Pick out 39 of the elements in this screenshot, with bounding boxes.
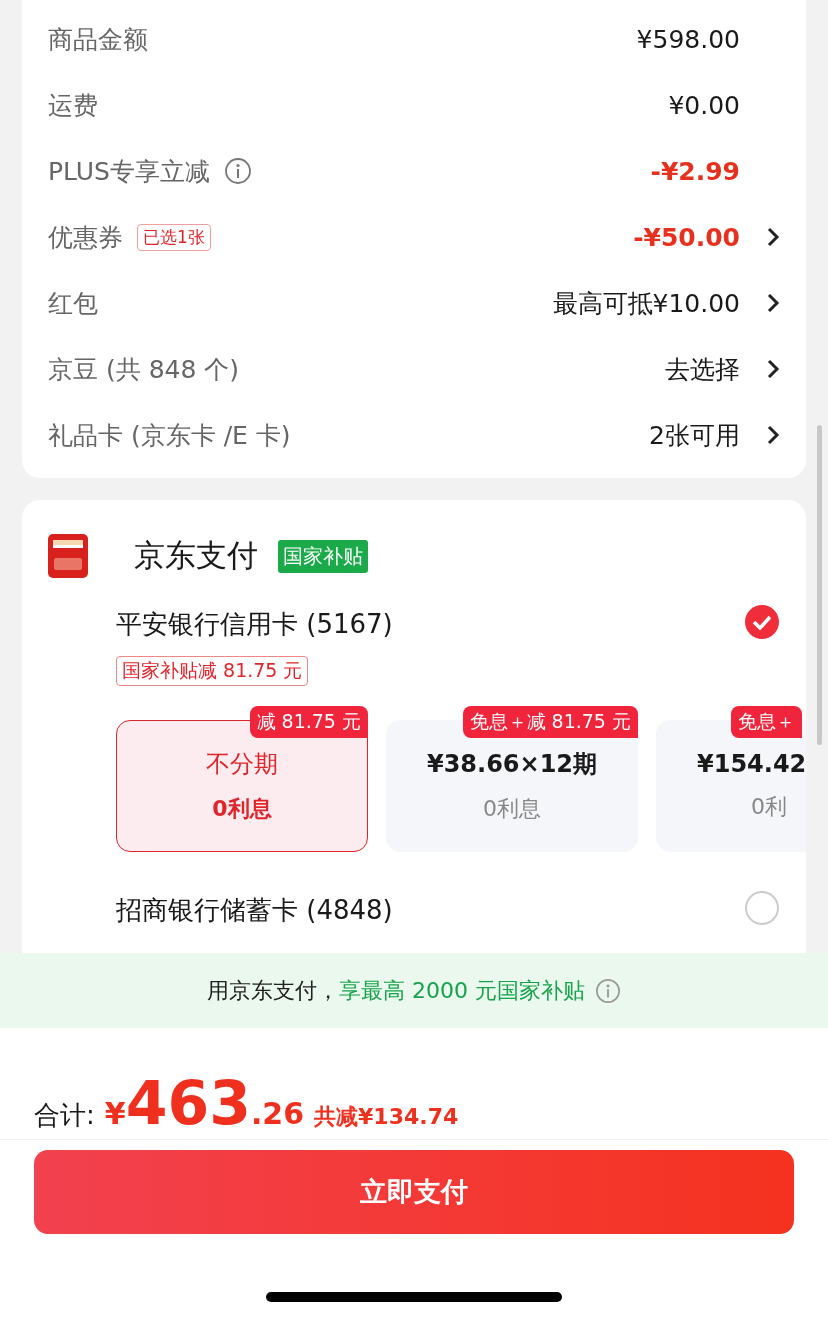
- bank-card-name[interactable]: 平安银行信用卡 (5167): [116, 606, 393, 642]
- summary-label: 商品金额: [48, 23, 148, 56]
- discount-tag: 免息＋: [731, 706, 802, 738]
- discount-tag: 免息＋减 81.75 元: [462, 706, 638, 738]
- summary-value: ¥598.00: [636, 24, 740, 54]
- summary-value[interactable]: -¥50.00: [633, 222, 740, 252]
- pay-button[interactable]: 立即支付: [34, 1150, 794, 1234]
- summary-label: 运费: [48, 89, 98, 122]
- summary-value[interactable]: 2张可用: [649, 418, 740, 452]
- subsidy-tag: 国家补贴减 81.75 元: [116, 656, 309, 686]
- wallet-logo-icon: [48, 534, 88, 578]
- summary-value: -¥2.99: [650, 156, 740, 186]
- total-price: ¥463.26: [104, 1068, 305, 1138]
- payment-title: 京东支付: [134, 536, 258, 575]
- coupon-tag: 已选1张: [137, 223, 211, 251]
- info-icon[interactable]: [223, 157, 252, 185]
- interest-label: 0利息: [483, 795, 541, 823]
- installment-title: ¥38.66×12期: [426, 749, 598, 780]
- summary-value[interactable]: 最高可抵¥10.00: [552, 286, 740, 320]
- radio-button-icon[interactable]: [744, 890, 780, 926]
- summary-label: 优惠券: [48, 221, 123, 254]
- info-icon[interactable]: [595, 977, 621, 1004]
- banner-text: 用京东支付，享最高 2000 元国家补贴: [207, 976, 585, 1005]
- subsidy-tag: 国家补贴: [278, 539, 368, 573]
- summary-label: 京豆 (共 848 个): [48, 353, 240, 386]
- summary-value: ¥0.00: [668, 90, 740, 120]
- installment-title: ¥154.42: [697, 750, 806, 778]
- interest-label: 0利息: [212, 795, 272, 823]
- saving-amount: 共减¥134.74: [314, 1103, 459, 1131]
- interest-label: 0利: [751, 793, 787, 821]
- checked-radio-icon[interactable]: [744, 604, 780, 640]
- bank-card-name[interactable]: 招商银行储蓄卡 (4848): [116, 892, 393, 928]
- summary-value[interactable]: 去选择: [665, 352, 740, 386]
- installment-title: 不分期: [206, 749, 278, 780]
- summary-label: PLUS专享立减: [48, 155, 210, 188]
- discount-tag: 减 81.75 元: [249, 706, 368, 738]
- total-label: 合计:: [34, 1099, 95, 1132]
- summary-label: 红包: [48, 287, 98, 320]
- summary-label: 礼品卡 (京东卡 /E 卡): [48, 419, 291, 452]
